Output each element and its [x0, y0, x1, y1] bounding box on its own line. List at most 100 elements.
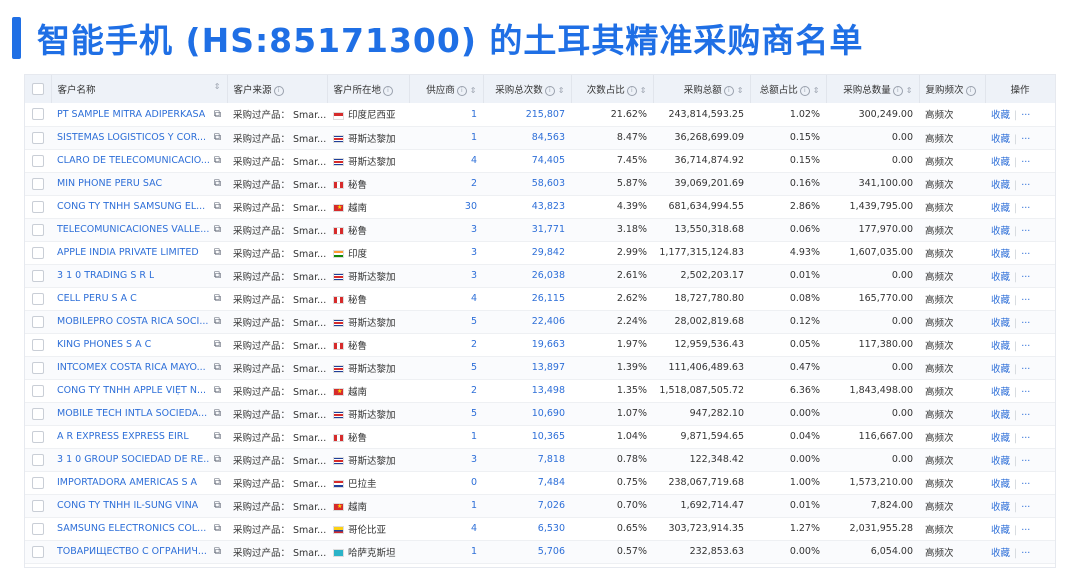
- row-checkbox[interactable]: [32, 223, 44, 236]
- copy-icon[interactable]: ⧉: [214, 316, 221, 327]
- purchase-count-cell[interactable]: 7,484: [483, 471, 571, 494]
- customer-name-link[interactable]: CÔNG TY TNHH APPLE VIỆT N...: [57, 385, 206, 396]
- copy-icon[interactable]: ⧉: [214, 293, 221, 304]
- favorite-button[interactable]: 收藏: [991, 203, 1010, 214]
- row-select-cell[interactable]: [25, 540, 51, 563]
- suppliers-cell[interactable]: 5: [409, 310, 483, 333]
- suppliers-cell[interactable]: 3: [409, 218, 483, 241]
- suppliers-cell[interactable]: 1: [409, 126, 483, 149]
- row-select-cell[interactable]: [25, 379, 51, 402]
- favorite-button[interactable]: 收藏: [991, 364, 1010, 375]
- more-button[interactable]: ···: [1021, 456, 1030, 467]
- info-icon[interactable]: i: [544, 85, 555, 96]
- favorite-button[interactable]: 收藏: [991, 525, 1010, 536]
- info-icon[interactable]: i: [723, 85, 734, 96]
- suppliers-cell[interactable]: 3: [409, 264, 483, 287]
- row-checkbox[interactable]: [32, 499, 44, 512]
- favorite-button[interactable]: 收藏: [991, 341, 1010, 352]
- row-select-cell[interactable]: [25, 126, 51, 149]
- copy-icon[interactable]: ⧉: [214, 178, 221, 189]
- favorite-button[interactable]: 收藏: [991, 318, 1010, 329]
- info-icon[interactable]: i: [273, 85, 284, 96]
- more-button[interactable]: ···: [1021, 295, 1030, 306]
- row-select-cell[interactable]: [25, 103, 51, 126]
- customer-name-link[interactable]: KING PHONES S A C: [57, 339, 151, 350]
- suppliers-cell[interactable]: 2: [409, 172, 483, 195]
- row-select-cell[interactable]: [25, 218, 51, 241]
- row-checkbox[interactable]: [32, 108, 44, 121]
- select-all-checkbox[interactable]: [31, 83, 44, 95]
- favorite-button[interactable]: 收藏: [991, 387, 1010, 398]
- copy-icon[interactable]: ⧉: [214, 362, 221, 373]
- row-checkbox[interactable]: [32, 361, 44, 374]
- copy-icon[interactable]: ⧉: [214, 339, 221, 350]
- customer-name-link[interactable]: IMPORTADORA AMERICAS S A: [57, 477, 197, 488]
- copy-icon[interactable]: ⧉: [214, 454, 221, 465]
- table-row[interactable]: CLARO DE TELECOMUNICACIO... ⧉ 采购过产品： Smar.…: [25, 149, 1055, 172]
- suppliers-cell[interactable]: 2: [409, 379, 483, 402]
- purchase-count-cell[interactable]: 5,706: [483, 540, 571, 563]
- customer-name-cell[interactable]: TOВАРИЩЕСТВО С ОГРАНИЧ... ⧉: [51, 540, 227, 563]
- row-checkbox[interactable]: [32, 384, 44, 397]
- table-row[interactable]: CELL PERU S A C ⧉ 采购过产品： Smar... 秘鲁 4 26,115 2…: [25, 287, 1055, 310]
- customer-name-link[interactable]: 3 1 0 GROUP SOCIEDAD DE RE...: [57, 454, 210, 465]
- row-checkbox[interactable]: [32, 200, 44, 213]
- favorite-button[interactable]: 收藏: [991, 110, 1010, 121]
- customer-name-cell[interactable]: KING PHONES S A C ⧉: [51, 333, 227, 356]
- customer-name-cell[interactable]: SAMSUNG ELECTRONICS COL... ⧉: [51, 517, 227, 540]
- more-button[interactable]: ···: [1021, 203, 1030, 214]
- purchase-count-cell[interactable]: 7,026: [483, 494, 571, 517]
- customer-name-link[interactable]: CLARO DE TELECOMUNICACIO...: [57, 155, 210, 166]
- table-row[interactable]: KING PHONES S A C ⧉ 采购过产品： Smar... 秘鲁 2 19,66…: [25, 333, 1055, 356]
- purchase-count-cell[interactable]: 26,038: [483, 264, 571, 287]
- row-checkbox[interactable]: [32, 154, 44, 167]
- row-select-cell[interactable]: [25, 310, 51, 333]
- suppliers-cell[interactable]: 4: [409, 517, 483, 540]
- table-row[interactable]: A R EXPRESS EXPRESS EIRL ⧉ 采购过产品： Smar... 秘…: [25, 425, 1055, 448]
- customer-name-link[interactable]: INTCOMEX COSTA RICA MAYO...: [57, 362, 206, 373]
- favorite-button[interactable]: 收藏: [991, 157, 1010, 168]
- customer-name-cell[interactable]: CELL PERU S A C ⧉: [51, 287, 227, 310]
- copy-icon[interactable]: ⧉: [214, 247, 221, 258]
- customer-name-link[interactable]: SAMSUNG ELECTRONICS COL...: [57, 523, 206, 534]
- copy-icon[interactable]: ⧉: [214, 385, 221, 396]
- header-suppliers[interactable]: 供应商 i ⇕: [409, 75, 484, 103]
- purchase-count-cell[interactable]: 7,818: [483, 448, 571, 471]
- customer-name-cell[interactable]: CÔNG TY TNHH SAMSUNG EL... ⧉: [51, 195, 227, 218]
- table-row[interactable]: INTCOMEX COSTA RICA MAYO... ⧉ 采购过产品： Smar.…: [25, 356, 1055, 379]
- row-checkbox[interactable]: [32, 430, 44, 443]
- copy-icon[interactable]: ⧉: [214, 109, 221, 120]
- customer-name-cell[interactable]: IMPORTADORA AMERICAS S A ⧉: [51, 471, 227, 494]
- row-checkbox[interactable]: [32, 315, 44, 328]
- suppliers-cell[interactable]: 1: [409, 540, 483, 563]
- customer-name-link[interactable]: CELL PERU S A C: [57, 293, 137, 304]
- row-select-cell[interactable]: [25, 241, 51, 264]
- table-row[interactable]: MOBILEPRO COSTA RICA SOCI... ⧉ 采购过产品： Smar…: [25, 310, 1055, 333]
- purchase-count-cell[interactable]: 74,405: [483, 149, 571, 172]
- header-customer-name[interactable]: 客户名称 ⇕: [51, 75, 228, 103]
- row-select-cell[interactable]: [25, 517, 51, 540]
- header-amount-share[interactable]: 总额占比 i ⇕: [750, 75, 827, 103]
- customer-name-cell[interactable]: 3 1 0 TRADING S R L ⧉: [51, 264, 227, 287]
- more-button[interactable]: ···: [1021, 433, 1030, 444]
- favorite-button[interactable]: 收藏: [991, 410, 1010, 421]
- copy-icon[interactable]: ⧉: [214, 224, 221, 235]
- info-icon[interactable]: i: [456, 85, 467, 96]
- more-button[interactable]: ···: [1021, 387, 1030, 398]
- info-icon[interactable]: i: [383, 85, 394, 96]
- row-checkbox[interactable]: [32, 131, 44, 144]
- favorite-button[interactable]: 收藏: [991, 134, 1010, 145]
- purchase-count-cell[interactable]: 19,663: [483, 333, 571, 356]
- more-button[interactable]: ···: [1021, 502, 1030, 513]
- favorite-button[interactable]: 收藏: [991, 456, 1010, 467]
- copy-icon[interactable]: ⧉: [214, 477, 221, 488]
- more-button[interactable]: ···: [1021, 525, 1030, 536]
- copy-icon[interactable]: ⧉: [214, 201, 221, 212]
- suppliers-cell[interactable]: 2: [409, 333, 483, 356]
- purchase-count-cell[interactable]: 10,690: [483, 402, 571, 425]
- copy-icon[interactable]: ⧉: [214, 546, 221, 557]
- info-icon[interactable]: i: [965, 85, 976, 96]
- customer-name-cell[interactable]: CÔNG TY TNHH IL-SUNG VINA ⧉: [51, 494, 227, 517]
- sort-icon[interactable]: ⇕: [214, 82, 221, 91]
- suppliers-cell[interactable]: 4: [409, 287, 483, 310]
